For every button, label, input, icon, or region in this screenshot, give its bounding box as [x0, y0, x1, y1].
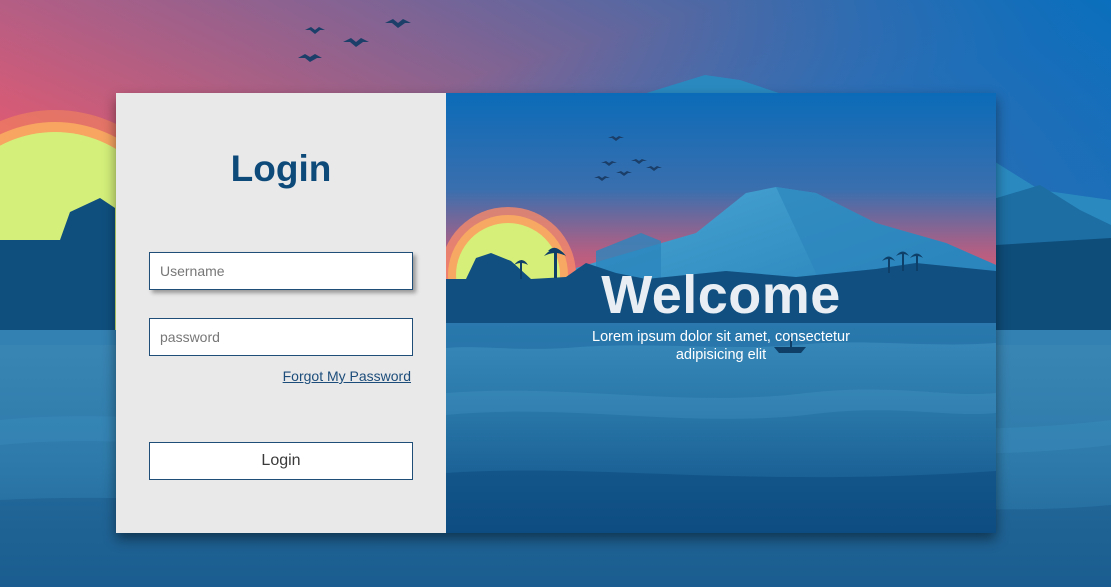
username-input[interactable] [149, 252, 413, 290]
forgot-password-link[interactable]: Forgot My Password [283, 368, 411, 384]
login-card: Login Forgot My Password Login [116, 93, 996, 533]
welcome-title: Welcome [601, 265, 841, 325]
login-title: Login [230, 148, 332, 189]
login-panel: Login Forgot My Password Login [116, 93, 446, 533]
welcome-panel: Welcome Lorem ipsum dolor sit amet, cons… [446, 93, 996, 533]
welcome-subtitle: Lorem ipsum dolor sit amet, consectetur … [592, 329, 850, 363]
login-button[interactable]: Login [149, 442, 413, 480]
password-input[interactable] [149, 318, 413, 356]
